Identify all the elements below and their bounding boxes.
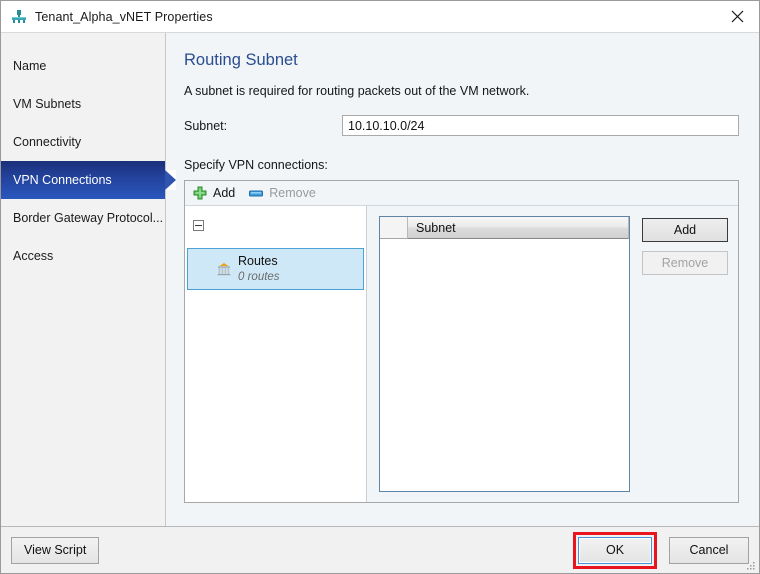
ok-button-annotation: OK — [573, 531, 657, 569]
subnet-input[interactable] — [342, 115, 739, 136]
title-bar: Tenant_Alpha_vNET Properties — [1, 1, 759, 32]
subnet-grid-body[interactable] — [380, 239, 629, 491]
sidebar-nav: Name VM Subnets Connectivity VPN Connect… — [1, 33, 176, 526]
subnet-detail-pane: Subnet Add Remove — [367, 206, 738, 502]
dialog-body: Name VM Subnets Connectivity VPN Connect… — [1, 32, 759, 526]
tree-item-title: Routes — [238, 253, 278, 268]
grid-action-buttons: Add Remove — [630, 216, 728, 492]
sidebar-item-vm-subnets[interactable]: VM Subnets — [1, 85, 165, 123]
close-icon[interactable] — [715, 1, 759, 31]
sidebar-item-name[interactable]: Name — [1, 47, 165, 85]
view-script-button[interactable]: View Script — [11, 536, 100, 564]
window-title: Tenant_Alpha_vNET Properties — [35, 9, 213, 24]
footer-actions: OK Cancel — [573, 531, 749, 569]
plus-icon — [193, 186, 207, 200]
tree-expander-icon[interactable] — [193, 219, 204, 231]
subnet-grid-header: Subnet — [380, 217, 629, 239]
subnet-label: Subnet: — [184, 118, 228, 133]
grid-column-subnet[interactable]: Subnet — [408, 217, 629, 239]
toolbar-add-button[interactable]: Add — [193, 186, 235, 200]
grid-remove-button[interactable]: Remove — [642, 251, 728, 275]
grid-row-selector-column — [380, 217, 408, 239]
routes-gateway-icon — [216, 262, 232, 276]
sidebar-item-vpn-connections[interactable]: VPN Connections — [1, 161, 176, 199]
connections-tree: Routes 0 routes — [185, 206, 367, 502]
sidebar-item-border-gateway-protocol[interactable]: Border Gateway Protocol... — [1, 199, 165, 237]
network-hub-icon — [10, 8, 28, 26]
subnet-field-row: Subnet: — [184, 115, 739, 136]
tree-root-row — [185, 212, 366, 238]
grid-add-button[interactable]: Add — [642, 218, 728, 242]
minus-icon — [249, 186, 264, 200]
properties-dialog: Tenant_Alpha_vNET Properties Name VM Sub… — [0, 0, 760, 574]
connections-content: Routes 0 routes Subnet Add Remove — [185, 206, 738, 502]
connections-toolbar: Add Remove — [185, 181, 738, 206]
sidebar-item-access[interactable]: Access — [1, 237, 165, 275]
tree-item-subtitle: 0 routes — [238, 271, 280, 284]
main-panel: Routing Subnet A subnet is required for … — [166, 33, 759, 526]
vpn-connections-group: Add Remove Routes 0 routes Subnet Add Re… — [184, 180, 739, 503]
toolbar-add-label: Add — [213, 186, 236, 200]
specify-vpn-connections-label: Specify VPN connections: — [184, 158, 328, 172]
page-title: Routing Subnet — [184, 51, 298, 69]
tree-item-routes[interactable]: Routes 0 routes — [187, 248, 364, 290]
sidebar-item-connectivity[interactable]: Connectivity — [1, 123, 165, 161]
cancel-button[interactable]: Cancel — [669, 536, 749, 564]
subnet-grid: Subnet — [379, 216, 630, 492]
resize-grip[interactable] — [744, 559, 756, 571]
page-description: A subnet is required for routing packets… — [184, 84, 530, 98]
dialog-footer: View Script OK Cancel — [1, 526, 759, 573]
toolbar-remove-button[interactable]: Remove — [249, 186, 316, 200]
ok-button[interactable]: OK — [578, 536, 652, 564]
toolbar-remove-label: Remove — [269, 186, 316, 200]
